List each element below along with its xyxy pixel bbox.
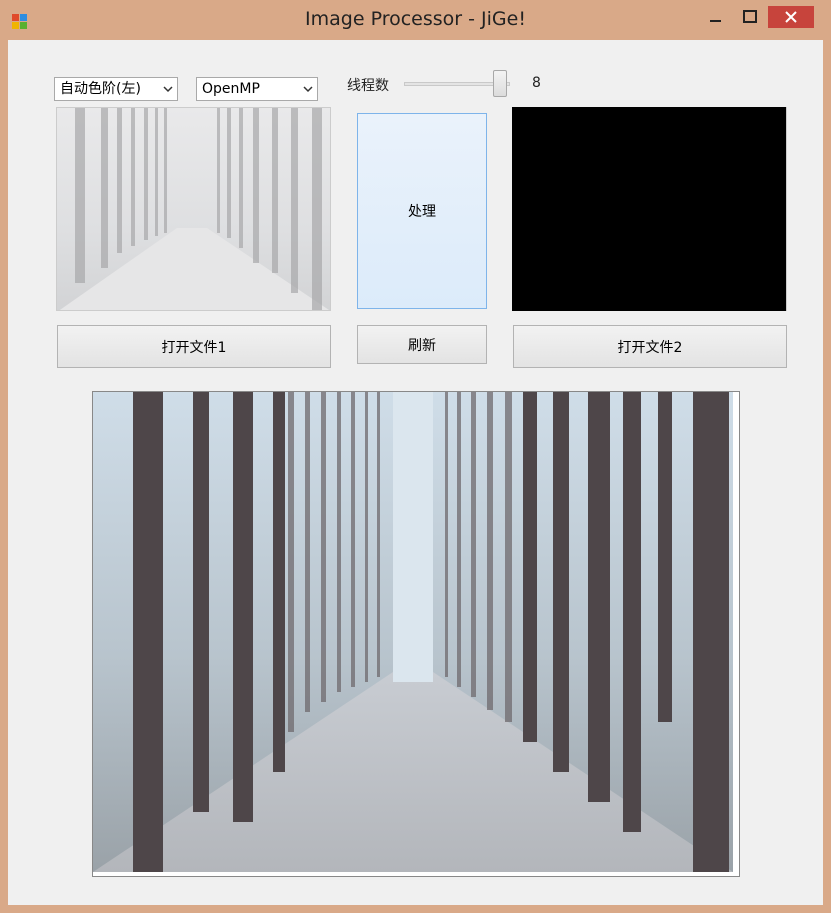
- client-area: 自动色阶(左) OpenMP 线程数 8 处理 打开文件1 刷新 打开文件2: [8, 40, 823, 905]
- refresh-label: 刷新: [408, 337, 436, 354]
- process-button-label: 处理: [408, 204, 436, 220]
- large-image-view: [92, 391, 740, 877]
- open-file-1-label: 打开文件1: [161, 339, 227, 356]
- threads-value: 8: [532, 75, 541, 91]
- open-file-2-button[interactable]: 打开文件2: [513, 325, 787, 368]
- close-icon: [785, 11, 797, 23]
- engine-select[interactable]: OpenMP: [196, 77, 318, 101]
- minimize-icon: [710, 20, 721, 22]
- maximize-icon: [743, 10, 757, 23]
- source-image-preview: [56, 107, 331, 311]
- threads-slider-thumb[interactable]: [493, 70, 507, 97]
- maximize-button[interactable]: [740, 6, 760, 28]
- close-button[interactable]: [768, 6, 814, 28]
- output-image-preview: [512, 107, 787, 311]
- open-file-1-button[interactable]: 打开文件1: [57, 325, 331, 368]
- chevron-down-icon: [163, 86, 173, 93]
- chevron-down-icon: [303, 86, 313, 93]
- refresh-button[interactable]: 刷新: [357, 325, 487, 364]
- threads-label: 线程数: [347, 78, 389, 94]
- process-button[interactable]: 处理: [357, 113, 487, 309]
- mode-select[interactable]: 自动色阶(左): [54, 77, 178, 101]
- minimize-button[interactable]: [706, 6, 726, 28]
- mode-select-value: 自动色阶(左): [60, 81, 141, 97]
- title-bar[interactable]: Image Processor - JiGe!: [0, 0, 831, 40]
- open-file-2-label: 打开文件2: [617, 339, 683, 356]
- engine-select-value: OpenMP: [202, 81, 260, 97]
